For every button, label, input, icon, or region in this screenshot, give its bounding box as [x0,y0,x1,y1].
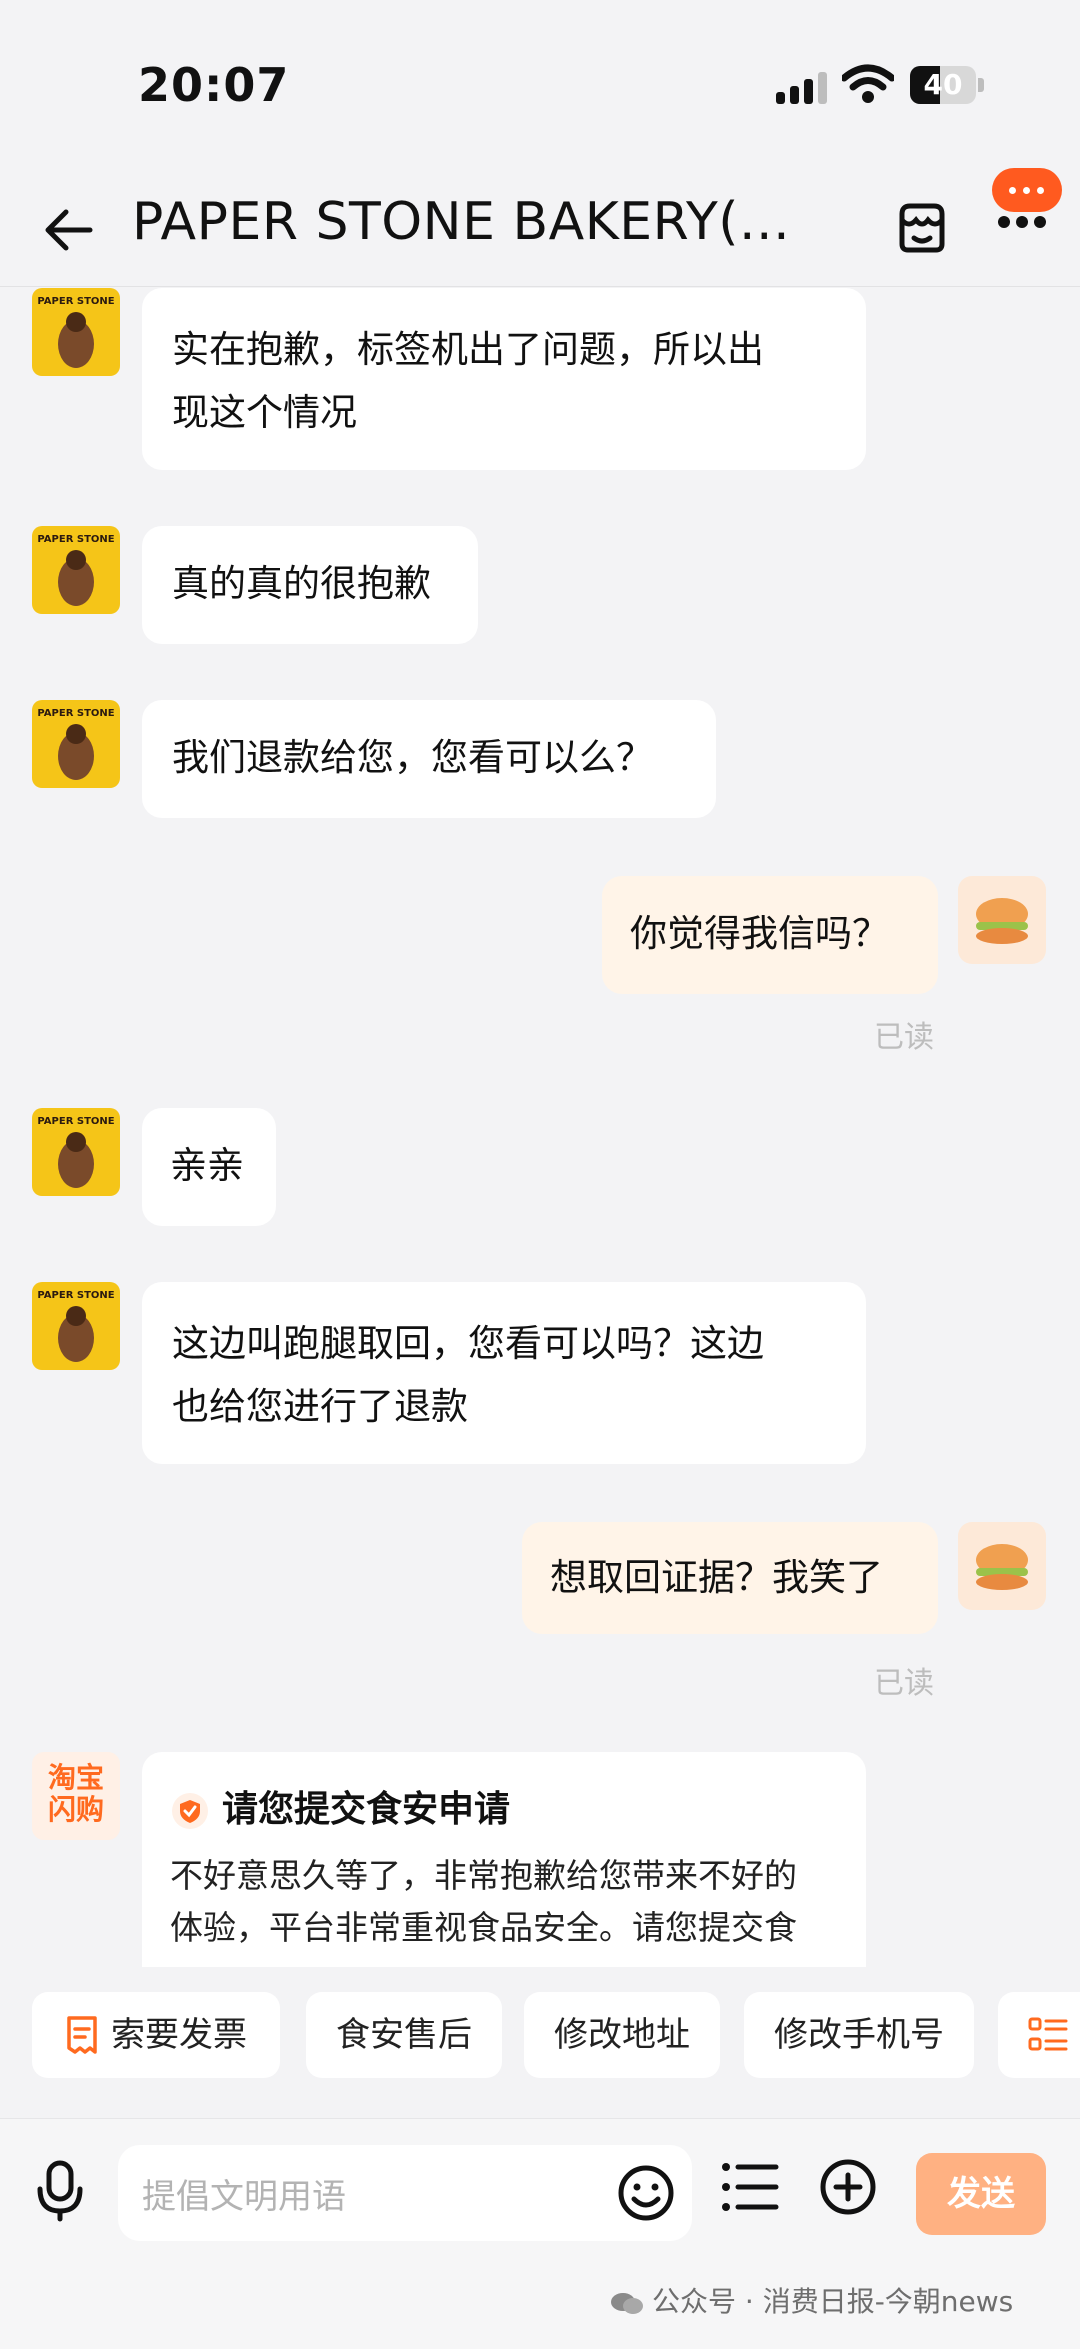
shop-avatar[interactable]: PAPER STONE [32,1108,120,1196]
store-icon[interactable] [894,200,950,256]
card-body: 不好意思久等了，非常抱歉给您带来不好的 体验，平台非常重视食品安全。请您提交食 [170,1850,850,1954]
food-safety-card[interactable]: 请您提交食安申请 不好意思久等了，非常抱歉给您带来不好的 体验，平台非常重视食品… [142,1752,866,1967]
message-notification-icon[interactable] [992,168,1062,212]
message-line: 实在抱歉，标签机出了问题，所以出 [172,328,764,371]
message-line: 也给您进行了退款 [172,1385,468,1428]
read-receipt: 已读 [874,1666,934,1701]
emoji-icon[interactable] [614,2161,678,2225]
cellular-signal-icon [776,72,827,104]
battery-indicator: 40 [910,66,976,104]
menu-list-icon[interactable] [720,2159,780,2215]
more-options-icon[interactable] [996,214,1048,230]
message-bubble: 真的真的很抱歉 [142,526,478,644]
card-title: 请您提交食安申请 [222,1789,511,1830]
my-avatar[interactable] [958,876,1046,964]
card-body-line: 体验，平台非常重视食品安全。请您提交食 [170,1908,797,1947]
message-line: 你觉得我信吗？ [630,912,889,955]
shop-avatar[interactable]: PAPER STONE [32,1282,120,1370]
card-body-line: 不好意思久等了，非常抱歉给您带来不好的 [170,1856,797,1895]
shop-avatar[interactable]: PAPER STONE [32,288,120,376]
wifi-icon [842,64,894,103]
watermark: 公众号 · 消费日报-今朝news [610,2280,1013,2320]
chat-header: PAPER STONE BAKERY(... [0,170,1080,287]
status-bar: 20:07 40 [0,0,1080,170]
message-bubble: 我们退款给您，您看可以么？ [142,700,716,818]
my-message-bubble: 想取回证据？我笑了 [522,1522,938,1634]
microphone-icon[interactable] [32,2159,88,2223]
shield-check-icon [172,1793,208,1829]
message-input[interactable]: 提倡文明用语 [118,2145,692,2241]
my-message-bubble: 你觉得我信吗？ [602,876,938,994]
more-actions-chip[interactable] [998,1992,1080,2078]
status-time: 20:07 [138,58,290,112]
chat-title[interactable]: PAPER STONE BAKERY(... [132,192,790,252]
message-line: 这边叫跑腿取回，您看可以吗？这边 [172,1322,764,1365]
wechat-icon [611,2293,643,2314]
back-arrow-icon[interactable] [40,200,100,260]
message-line: 真的真的很抱歉 [172,562,431,605]
change-address-chip[interactable]: 修改地址 [524,1992,720,2078]
quick-actions-bar: 索要发票 食安售后 修改地址 修改手机号 [0,1992,1080,2080]
input-placeholder: 提倡文明用语 [142,2177,346,2217]
card-title-row: 请您提交食安申请 [172,1780,510,1832]
change-phone-chip[interactable]: 修改手机号 [744,1992,974,2078]
my-avatar[interactable] [958,1522,1046,1610]
battery-level: 40 [923,68,963,101]
list-icon [1028,2017,1068,2051]
shop-avatar[interactable]: PAPER STONE [32,526,120,614]
shop-avatar[interactable]: PAPER STONE [32,700,120,788]
message-line: 现这个情况 [172,391,357,434]
receipt-icon [67,2016,97,2054]
send-button[interactable]: 发送 [916,2153,1046,2235]
request-invoice-chip[interactable]: 索要发票 [32,1992,280,2078]
message-line: 我们退款给您，您看可以么？ [172,736,653,779]
message-line: 想取回证据？我笑了 [550,1556,883,1599]
read-receipt: 已读 [874,1020,934,1055]
message-bubble: 这边叫跑腿取回，您看可以吗？这边 也给您进行了退款 [142,1282,866,1464]
food-safety-after-sale-chip[interactable]: 食安售后 [306,1992,502,2078]
add-icon[interactable] [818,2157,878,2217]
message-line: 亲亲 [170,1144,244,1187]
taobao-flash-logo[interactable]: 淘宝闪购 [32,1752,120,1840]
message-bubble: 亲亲 [142,1108,276,1226]
message-bubble: 实在抱歉，标签机出了问题，所以出 现这个情况 [142,288,866,470]
